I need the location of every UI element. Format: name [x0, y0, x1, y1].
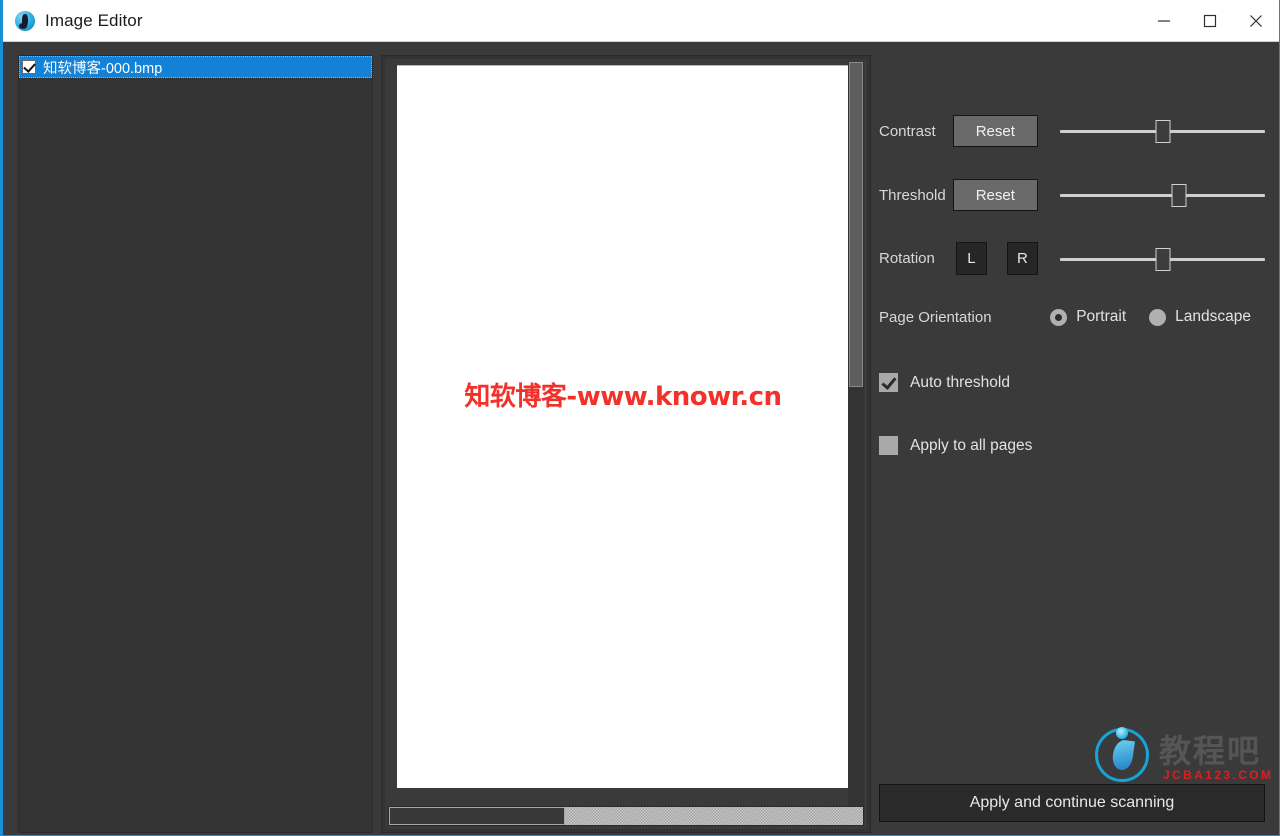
page-orientation-radio-group: Portrait Landscape: [1050, 308, 1265, 326]
contrast-reset-button[interactable]: Reset: [952, 115, 1038, 147]
rotation-slider-thumb[interactable]: [1155, 247, 1170, 271]
file-checkbox[interactable]: [22, 60, 36, 74]
apply-all-pages-row[interactable]: Apply to all pages: [879, 436, 1032, 455]
radio-portrait[interactable]: [1050, 308, 1068, 326]
title-bar: Image Editor: [3, 0, 1279, 42]
file-list-panel[interactable]: 知软博客-000.bmp: [18, 55, 373, 833]
threshold-slider-track: [1060, 194, 1265, 197]
rotation-label: Rotation: [879, 250, 935, 267]
page-preview-panel: 知软博客-www.knowr.cn: [381, 55, 871, 833]
main-content: 知软博客-000.bmp 知软博客-www.knowr.cn Contrast …: [3, 42, 1279, 835]
water-drop-shape: [1111, 738, 1135, 772]
contrast-slider-thumb[interactable]: [1155, 120, 1170, 143]
threshold-slider-thumb[interactable]: [1171, 184, 1187, 207]
contrast-label: Contrast: [879, 122, 936, 140]
window-title: Image Editor: [45, 10, 143, 30]
scanned-page-image: 知软博客-www.knowr.cn: [397, 65, 849, 788]
rotate-right-button[interactable]: R: [1006, 242, 1038, 275]
file-name-label: 知软博客-000.bmp: [43, 60, 163, 77]
water-drop-icon: [1095, 728, 1149, 782]
threshold-reset-button[interactable]: Reset: [952, 179, 1038, 211]
horizontal-scrollbar-thumb[interactable]: [389, 807, 565, 825]
watermark-cn-text: 教程吧: [1159, 732, 1262, 770]
page-orientation-row: Page Orientation Portrait Landscape: [879, 308, 1265, 326]
rotation-slider[interactable]: [1060, 244, 1265, 274]
watermark-url-text: JCBA123.COM: [1163, 768, 1274, 782]
threshold-label: Threshold: [879, 186, 946, 204]
rotation-row: Rotation L R: [879, 242, 1265, 275]
apply-all-pages-label: Apply to all pages: [910, 436, 1033, 454]
window-controls: [1141, 0, 1279, 41]
auto-threshold-label: Auto threshold: [910, 373, 1010, 391]
image-editor-window: Image Editor 知软博客-000.bmp 知软博客-www.knowr…: [0, 0, 1280, 836]
contrast-slider[interactable]: [1060, 116, 1265, 146]
page-orientation-label: Page Orientation: [879, 308, 992, 326]
rotate-left-button[interactable]: L: [955, 242, 987, 275]
maximize-icon[interactable]: [1187, 0, 1233, 41]
vertical-scrollbar[interactable]: [848, 62, 864, 826]
auto-threshold-checkbox[interactable]: [879, 373, 898, 392]
horizontal-scrollbar[interactable]: [388, 806, 864, 826]
radio-landscape[interactable]: [1149, 308, 1167, 326]
page-watermark-text: 知软博客-www.knowr.cn: [464, 382, 782, 412]
close-icon[interactable]: [1233, 0, 1279, 41]
radio-portrait-label: Portrait: [1076, 308, 1127, 325]
preview-viewport[interactable]: 知软博客-www.knowr.cn: [385, 59, 867, 829]
water-drop-highlight: [1116, 727, 1128, 739]
app-note-icon: [15, 10, 35, 31]
auto-threshold-row[interactable]: Auto threshold: [879, 373, 1010, 392]
apply-and-continue-scanning-button[interactable]: Apply and continue scanning: [879, 784, 1265, 822]
list-item[interactable]: 知软博客-000.bmp: [19, 56, 372, 78]
threshold-row: Threshold Reset: [879, 179, 1265, 211]
minimize-icon[interactable]: [1141, 0, 1187, 41]
vertical-scrollbar-thumb[interactable]: [849, 62, 863, 387]
threshold-slider[interactable]: [1060, 180, 1265, 210]
controls-panel: Contrast Reset Threshold Reset Rotation: [879, 55, 1271, 822]
contrast-row: Contrast Reset: [879, 115, 1265, 147]
apply-all-pages-checkbox[interactable]: [879, 436, 898, 455]
radio-landscape-label: Landscape: [1175, 308, 1251, 325]
